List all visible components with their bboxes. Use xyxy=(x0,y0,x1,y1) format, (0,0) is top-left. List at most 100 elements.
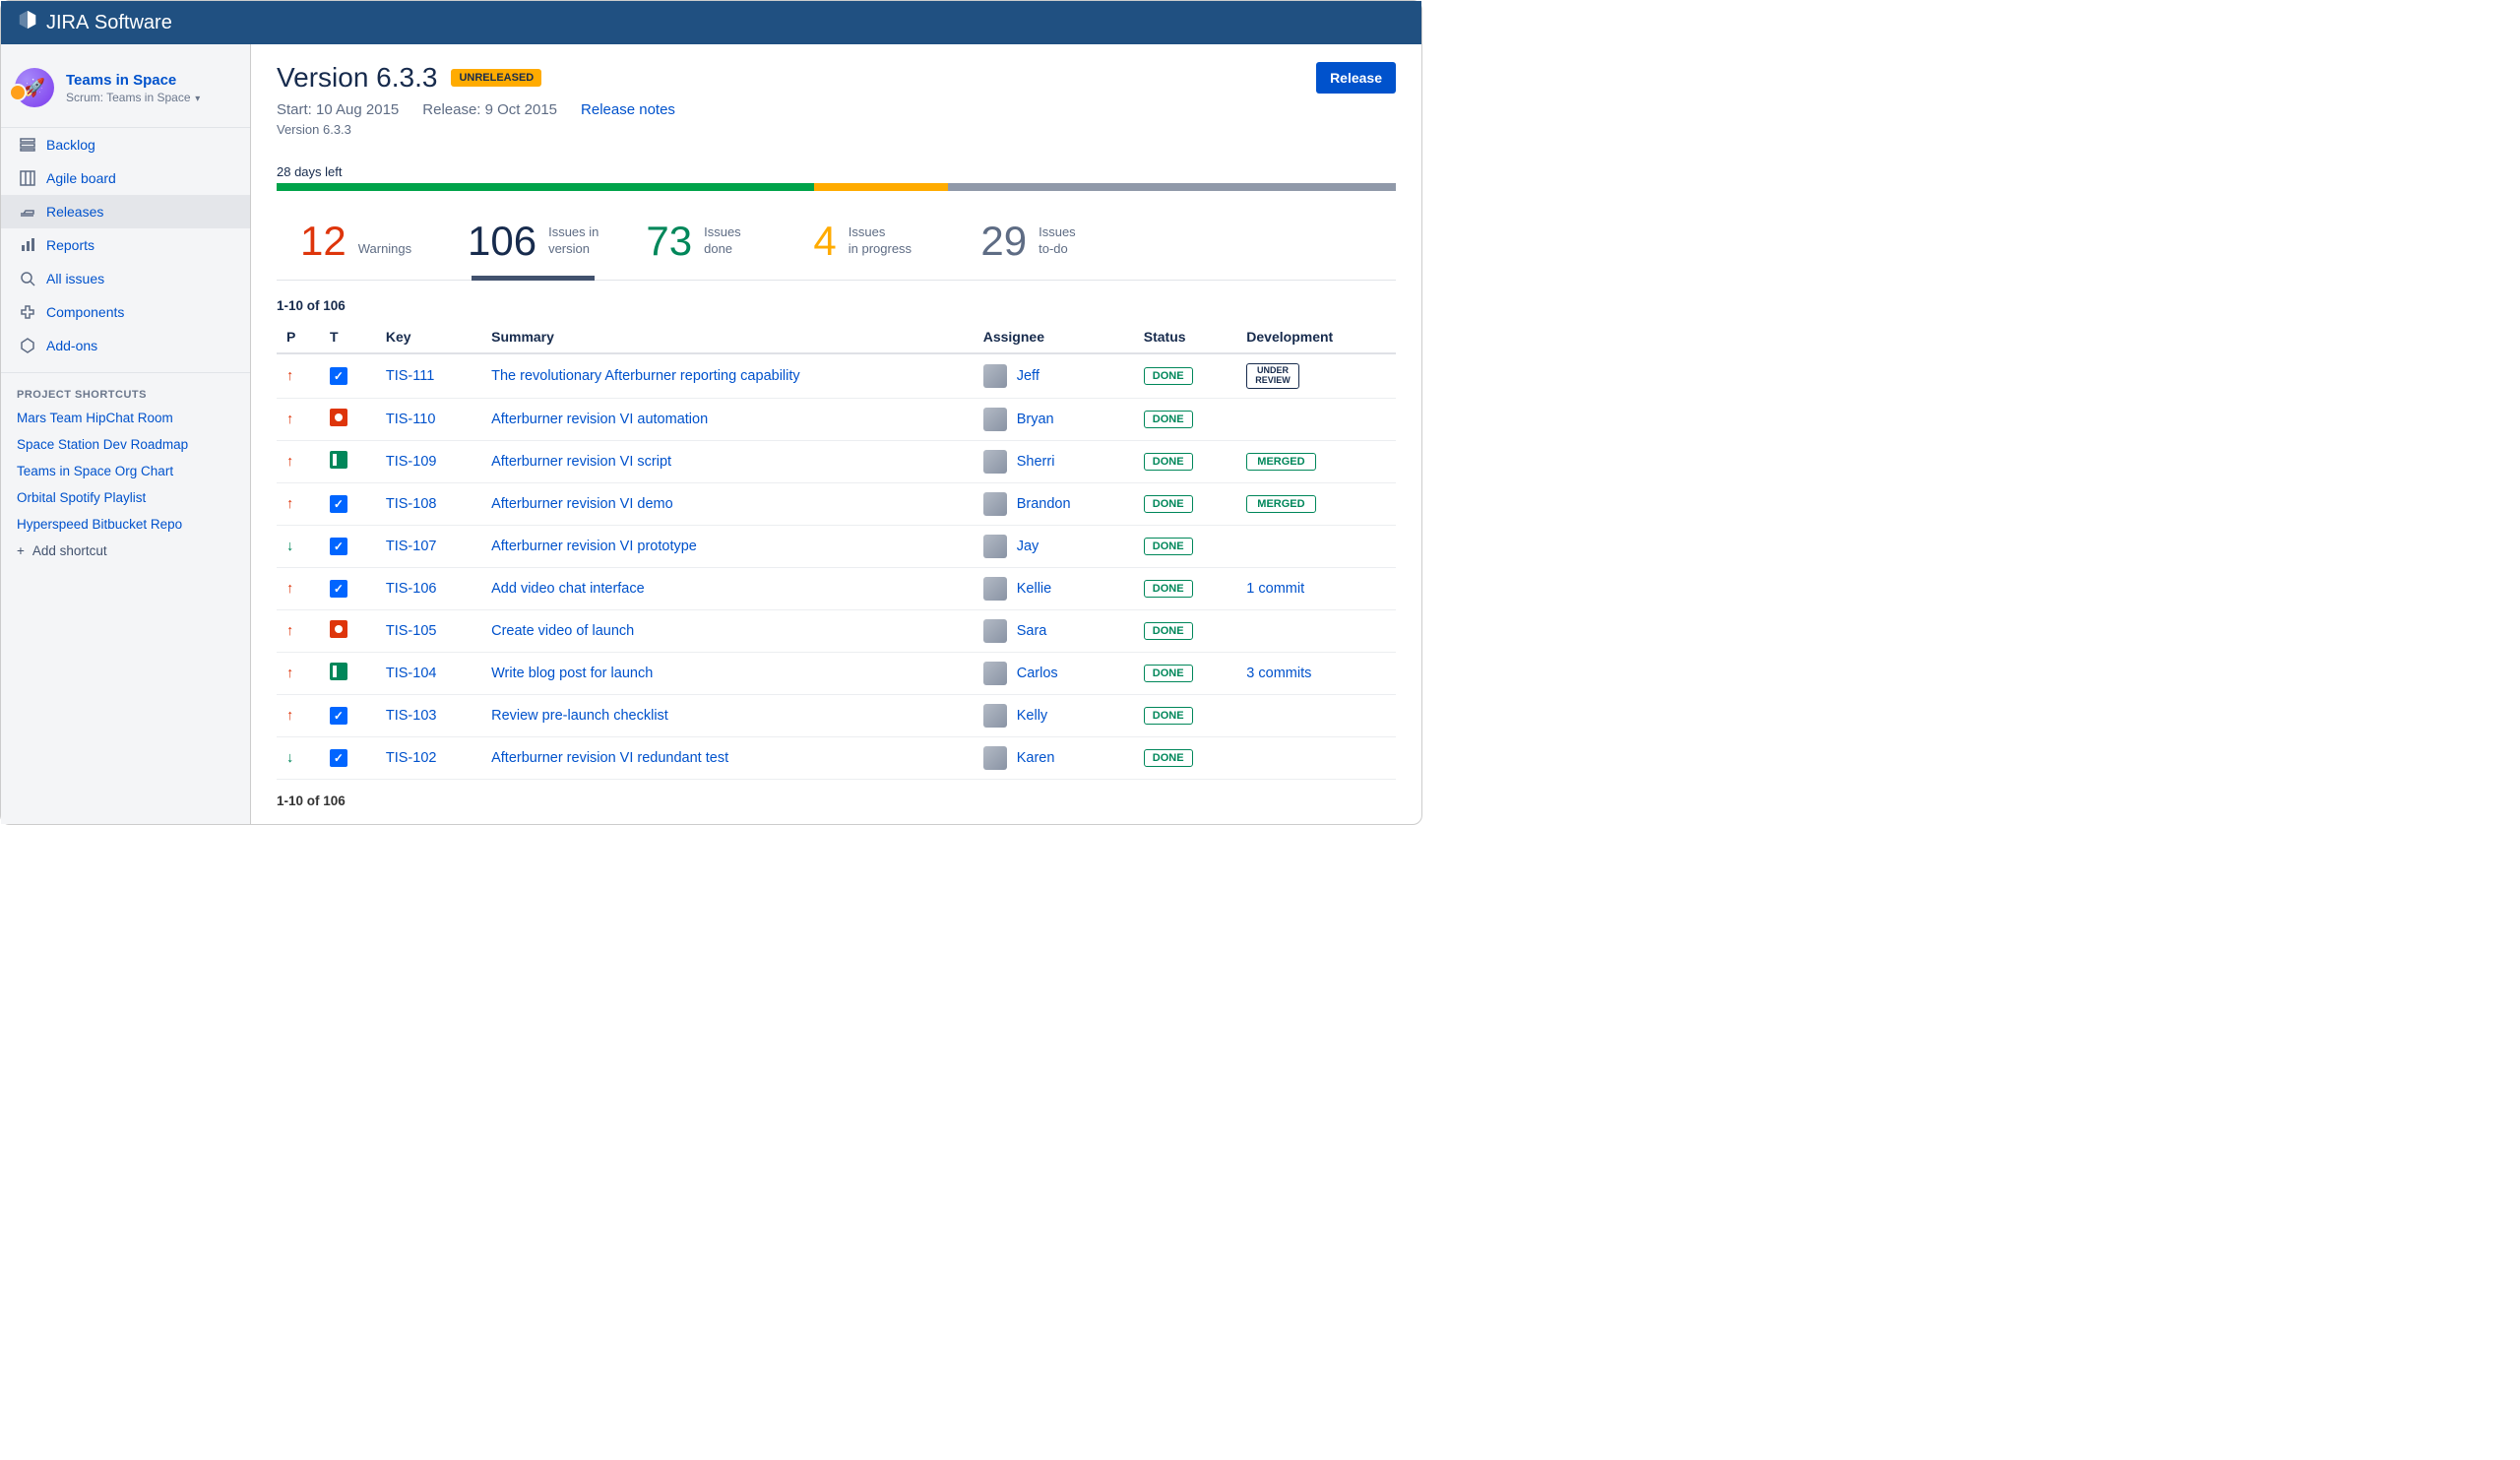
shortcut-link[interactable]: Hyperspeed Bitbucket Repo xyxy=(17,517,234,532)
issue-summary-link[interactable]: Afterburner revision VI script xyxy=(491,454,671,470)
tab-warnings[interactable]: 12 Warnings xyxy=(277,211,444,280)
priority-high-icon: ↑ xyxy=(286,412,293,427)
table-row[interactable]: ↑ TIS-104 Write blog post for launch Car… xyxy=(277,652,1396,694)
dev-under-review-badge[interactable]: UNDERREVIEW xyxy=(1246,363,1299,389)
status-badge[interactable]: DONE xyxy=(1144,707,1193,725)
dev-merged-badge[interactable]: MERGED xyxy=(1246,453,1315,471)
avatar xyxy=(983,450,1007,474)
assignee-link[interactable]: Kelly xyxy=(1017,708,1047,724)
issue-summary-link[interactable]: Create video of launch xyxy=(491,623,634,639)
table-row[interactable]: ↓ TIS-102 Afterburner revision VI redund… xyxy=(277,736,1396,779)
dev-merged-badge[interactable]: MERGED xyxy=(1246,495,1315,513)
table-row[interactable]: ↑ TIS-109 Afterburner revision VI script… xyxy=(277,440,1396,482)
table-row[interactable]: ↑ TIS-103 Review pre-launch checklist Ke… xyxy=(277,694,1396,736)
sidebar-item-add-ons[interactable]: Add-ons xyxy=(1,329,250,362)
status-badge[interactable]: DONE xyxy=(1144,749,1193,767)
table-row[interactable]: ↑ TIS-108 Afterburner revision VI demo B… xyxy=(277,482,1396,525)
tab-issues-in-progress[interactable]: 4 Issuesin progress xyxy=(789,211,957,280)
issue-key-link[interactable]: TIS-104 xyxy=(386,666,437,681)
col-assignee[interactable]: Assignee xyxy=(974,321,1134,353)
tab-issues-todo[interactable]: 29 Issuesto-do xyxy=(957,211,1124,280)
sidebar: Teams in Space Scrum: Teams in Space ▾ B… xyxy=(1,44,251,824)
add-shortcut-button[interactable]: +Add shortcut xyxy=(17,543,234,558)
assignee-link[interactable]: Sara xyxy=(1017,623,1047,639)
issue-key-link[interactable]: TIS-108 xyxy=(386,496,437,512)
status-badge[interactable]: DONE xyxy=(1144,495,1193,513)
status-badge[interactable]: DONE xyxy=(1144,580,1193,598)
table-row[interactable]: ↑ TIS-110 Afterburner revision VI automa… xyxy=(277,398,1396,440)
col-summary[interactable]: Summary xyxy=(481,321,974,353)
issue-summary-link[interactable]: Afterburner revision VI redundant test xyxy=(491,750,728,766)
sidebar-item-label: Backlog xyxy=(46,137,95,153)
priority-high-icon: ↑ xyxy=(286,666,293,681)
issue-key-link[interactable]: TIS-107 xyxy=(386,539,437,554)
issue-summary-link[interactable]: Afterburner revision VI automation xyxy=(491,412,708,427)
sidebar-item-reports[interactable]: Reports xyxy=(1,228,250,262)
project-shortcuts: PROJECT SHORTCUTS Mars Team HipChat Room… xyxy=(1,372,250,574)
app-logo[interactable]: JIRA Software xyxy=(17,9,172,36)
release-button[interactable]: Release xyxy=(1316,62,1396,94)
issue-key-link[interactable]: TIS-110 xyxy=(386,412,436,427)
status-badge[interactable]: DONE xyxy=(1144,538,1193,555)
plus-icon: + xyxy=(17,543,25,558)
issue-summary-link[interactable]: Review pre-launch checklist xyxy=(491,708,668,724)
table-row[interactable]: ↑ TIS-106 Add video chat interface Kelli… xyxy=(277,567,1396,609)
issue-key-link[interactable]: TIS-106 xyxy=(386,581,437,597)
col-development[interactable]: Development xyxy=(1236,321,1396,353)
issue-key-link[interactable]: TIS-111 xyxy=(386,368,434,384)
table-row[interactable]: ↑ TIS-111 The revolutionary Afterburner … xyxy=(277,353,1396,398)
dev-commits-link[interactable]: 3 commits xyxy=(1246,666,1311,681)
release-date: Release: 9 Oct 2015 xyxy=(422,101,557,118)
status-badge[interactable]: DONE xyxy=(1144,665,1193,682)
assignee-link[interactable]: Bryan xyxy=(1017,412,1054,427)
col-priority[interactable]: P xyxy=(277,321,320,353)
assignee-link[interactable]: Brandon xyxy=(1017,496,1071,512)
assignee-link[interactable]: Carlos xyxy=(1017,666,1058,681)
table-row[interactable]: ↑ TIS-105 Create video of launch Sara DO… xyxy=(277,609,1396,652)
assignee-link[interactable]: Jeff xyxy=(1017,368,1040,384)
sidebar-item-agile-board[interactable]: Agile board xyxy=(1,161,250,195)
table-row[interactable]: ↓ TIS-107 Afterburner revision VI protot… xyxy=(277,525,1396,567)
issue-summary-link[interactable]: Add video chat interface xyxy=(491,581,645,597)
issue-summary-link[interactable]: Afterburner revision VI prototype xyxy=(491,539,697,554)
sidebar-item-components[interactable]: Components xyxy=(1,295,250,329)
col-status[interactable]: Status xyxy=(1134,321,1237,353)
dev-commits-link[interactable]: 1 commit xyxy=(1246,581,1304,597)
shortcut-link[interactable]: Orbital Spotify Playlist xyxy=(17,490,234,505)
issue-summary-link[interactable]: Afterburner revision VI demo xyxy=(491,496,673,512)
pager-top: 1-10 of 106 xyxy=(277,298,1396,313)
issues-icon xyxy=(17,271,38,286)
col-key[interactable]: Key xyxy=(376,321,481,353)
status-badge[interactable]: DONE xyxy=(1144,367,1193,385)
issue-summary-link[interactable]: Write blog post for launch xyxy=(491,666,653,681)
project-switcher[interactable]: Teams in Space Scrum: Teams in Space ▾ xyxy=(1,60,250,121)
sidebar-item-backlog[interactable]: Backlog xyxy=(1,128,250,161)
avatar xyxy=(983,746,1007,770)
shortcut-link[interactable]: Mars Team HipChat Room xyxy=(17,411,234,425)
avatar xyxy=(983,364,1007,388)
status-badge[interactable]: DONE xyxy=(1144,411,1193,428)
story-type-icon xyxy=(330,451,347,469)
issue-summary-link[interactable]: The revolutionary Afterburner reporting … xyxy=(491,368,800,384)
sidebar-item-releases[interactable]: Releases xyxy=(1,195,250,228)
assignee-link[interactable]: Karen xyxy=(1017,750,1055,766)
issue-key-link[interactable]: TIS-103 xyxy=(386,708,437,724)
assignee-link[interactable]: Sherri xyxy=(1017,454,1055,470)
assignee-link[interactable]: Jay xyxy=(1017,539,1040,554)
issues-table: P T Key Summary Assignee Status Developm… xyxy=(277,321,1396,780)
shortcut-link[interactable]: Teams in Space Org Chart xyxy=(17,464,234,478)
shortcut-link[interactable]: Space Station Dev Roadmap xyxy=(17,437,234,452)
tab-issues-in-version[interactable]: 106 Issues inversion xyxy=(444,211,622,280)
issue-key-link[interactable]: TIS-109 xyxy=(386,454,437,470)
status-badge[interactable]: DONE xyxy=(1144,622,1193,640)
issue-key-link[interactable]: TIS-102 xyxy=(386,750,437,766)
priority-high-icon: ↑ xyxy=(286,368,293,384)
assignee-link[interactable]: Kellie xyxy=(1017,581,1051,597)
tab-issues-done[interactable]: 73 Issuesdone xyxy=(622,211,789,280)
release-notes-link[interactable]: Release notes xyxy=(581,101,675,118)
sidebar-item-all-issues[interactable]: All issues xyxy=(1,262,250,295)
release-status-badge: UNRELEASED xyxy=(451,69,541,87)
issue-key-link[interactable]: TIS-105 xyxy=(386,623,437,639)
col-type[interactable]: T xyxy=(320,321,376,353)
status-badge[interactable]: DONE xyxy=(1144,453,1193,471)
